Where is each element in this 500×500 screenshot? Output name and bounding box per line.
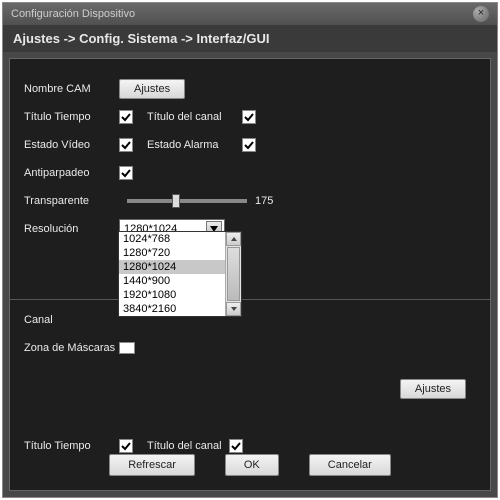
resolution-option[interactable]: 1280*1024 (119, 260, 225, 274)
slider-thumb[interactable] (172, 194, 180, 208)
label-estado-alarma: Estado Alarma (147, 139, 242, 151)
refrescar-button[interactable]: Refrescar (109, 454, 195, 476)
close-icon[interactable]: × (473, 6, 489, 22)
scroll-down-icon[interactable] (226, 302, 241, 316)
main-panel: Nombre CAM Ajustes Título Tiempo Título … (9, 58, 491, 491)
checkbox-estado-video[interactable] (119, 138, 133, 152)
transparency-value: 175 (255, 195, 273, 207)
device-config-window: Configuración Dispositivo × Ajustes -> C… (2, 2, 498, 498)
checkbox-estado-alarma[interactable] (242, 138, 256, 152)
breadcrumb: Ajustes -> Config. Sistema -> Interfaz/G… (3, 25, 497, 52)
resolution-option[interactable]: 1920*1080 (119, 288, 225, 302)
footer-buttons: Refrescar OK Cancelar (10, 454, 490, 476)
window-title: Configuración Dispositivo (11, 8, 135, 20)
label-antiparpadeo: Antiparpadeo (24, 167, 119, 179)
dropdown-scrollbar[interactable] (225, 232, 241, 316)
label-resolucion: Resolución (24, 223, 119, 235)
ok-button[interactable]: OK (225, 454, 279, 476)
label-nombre-cam: Nombre CAM (24, 83, 119, 95)
label-zona-mascaras: Zona de Máscaras (24, 342, 119, 354)
label-titulo-canal-2: Título del canal (147, 440, 229, 452)
masks-toggle[interactable] (119, 342, 135, 354)
resolution-option[interactable]: 1440*900 (119, 274, 225, 288)
checkbox-titulo-tiempo[interactable] (119, 110, 133, 124)
cancelar-button[interactable]: Cancelar (309, 454, 391, 476)
checkbox-titulo-canal[interactable] (242, 110, 256, 124)
resolution-option[interactable]: 1024*768 (119, 232, 225, 246)
scroll-up-icon[interactable] (226, 232, 241, 246)
checkbox-titulo-canal-2[interactable] (229, 439, 243, 453)
transparency-slider[interactable] (127, 199, 247, 203)
label-titulo-canal: Título del canal (147, 111, 242, 123)
resolution-option[interactable]: 1280*720 (119, 246, 225, 260)
ajustes-button-cam[interactable]: Ajustes (119, 79, 185, 99)
label-transparente: Transparente (24, 195, 119, 207)
titlebar: Configuración Dispositivo × (3, 3, 497, 25)
label-titulo-tiempo: Título Tiempo (24, 111, 119, 123)
resolution-option[interactable]: 3840*2160 (119, 302, 225, 316)
label-canal: Canal (24, 314, 119, 326)
resolution-option-list: 1024*768 1280*720 1280*1024 1440*900 192… (119, 232, 225, 316)
checkbox-antiparpadeo[interactable] (119, 166, 133, 180)
scroll-thumb[interactable] (227, 247, 240, 301)
section-divider (10, 299, 490, 300)
ajustes-button-2[interactable]: Ajustes (400, 379, 466, 399)
checkbox-titulo-tiempo-2[interactable] (119, 439, 133, 453)
label-estado-video: Estado Vídeo (24, 139, 119, 151)
label-titulo-tiempo-2: Título Tiempo (24, 440, 119, 452)
resolution-dropdown[interactable]: 1024*768 1280*720 1280*1024 1440*900 192… (118, 231, 242, 317)
